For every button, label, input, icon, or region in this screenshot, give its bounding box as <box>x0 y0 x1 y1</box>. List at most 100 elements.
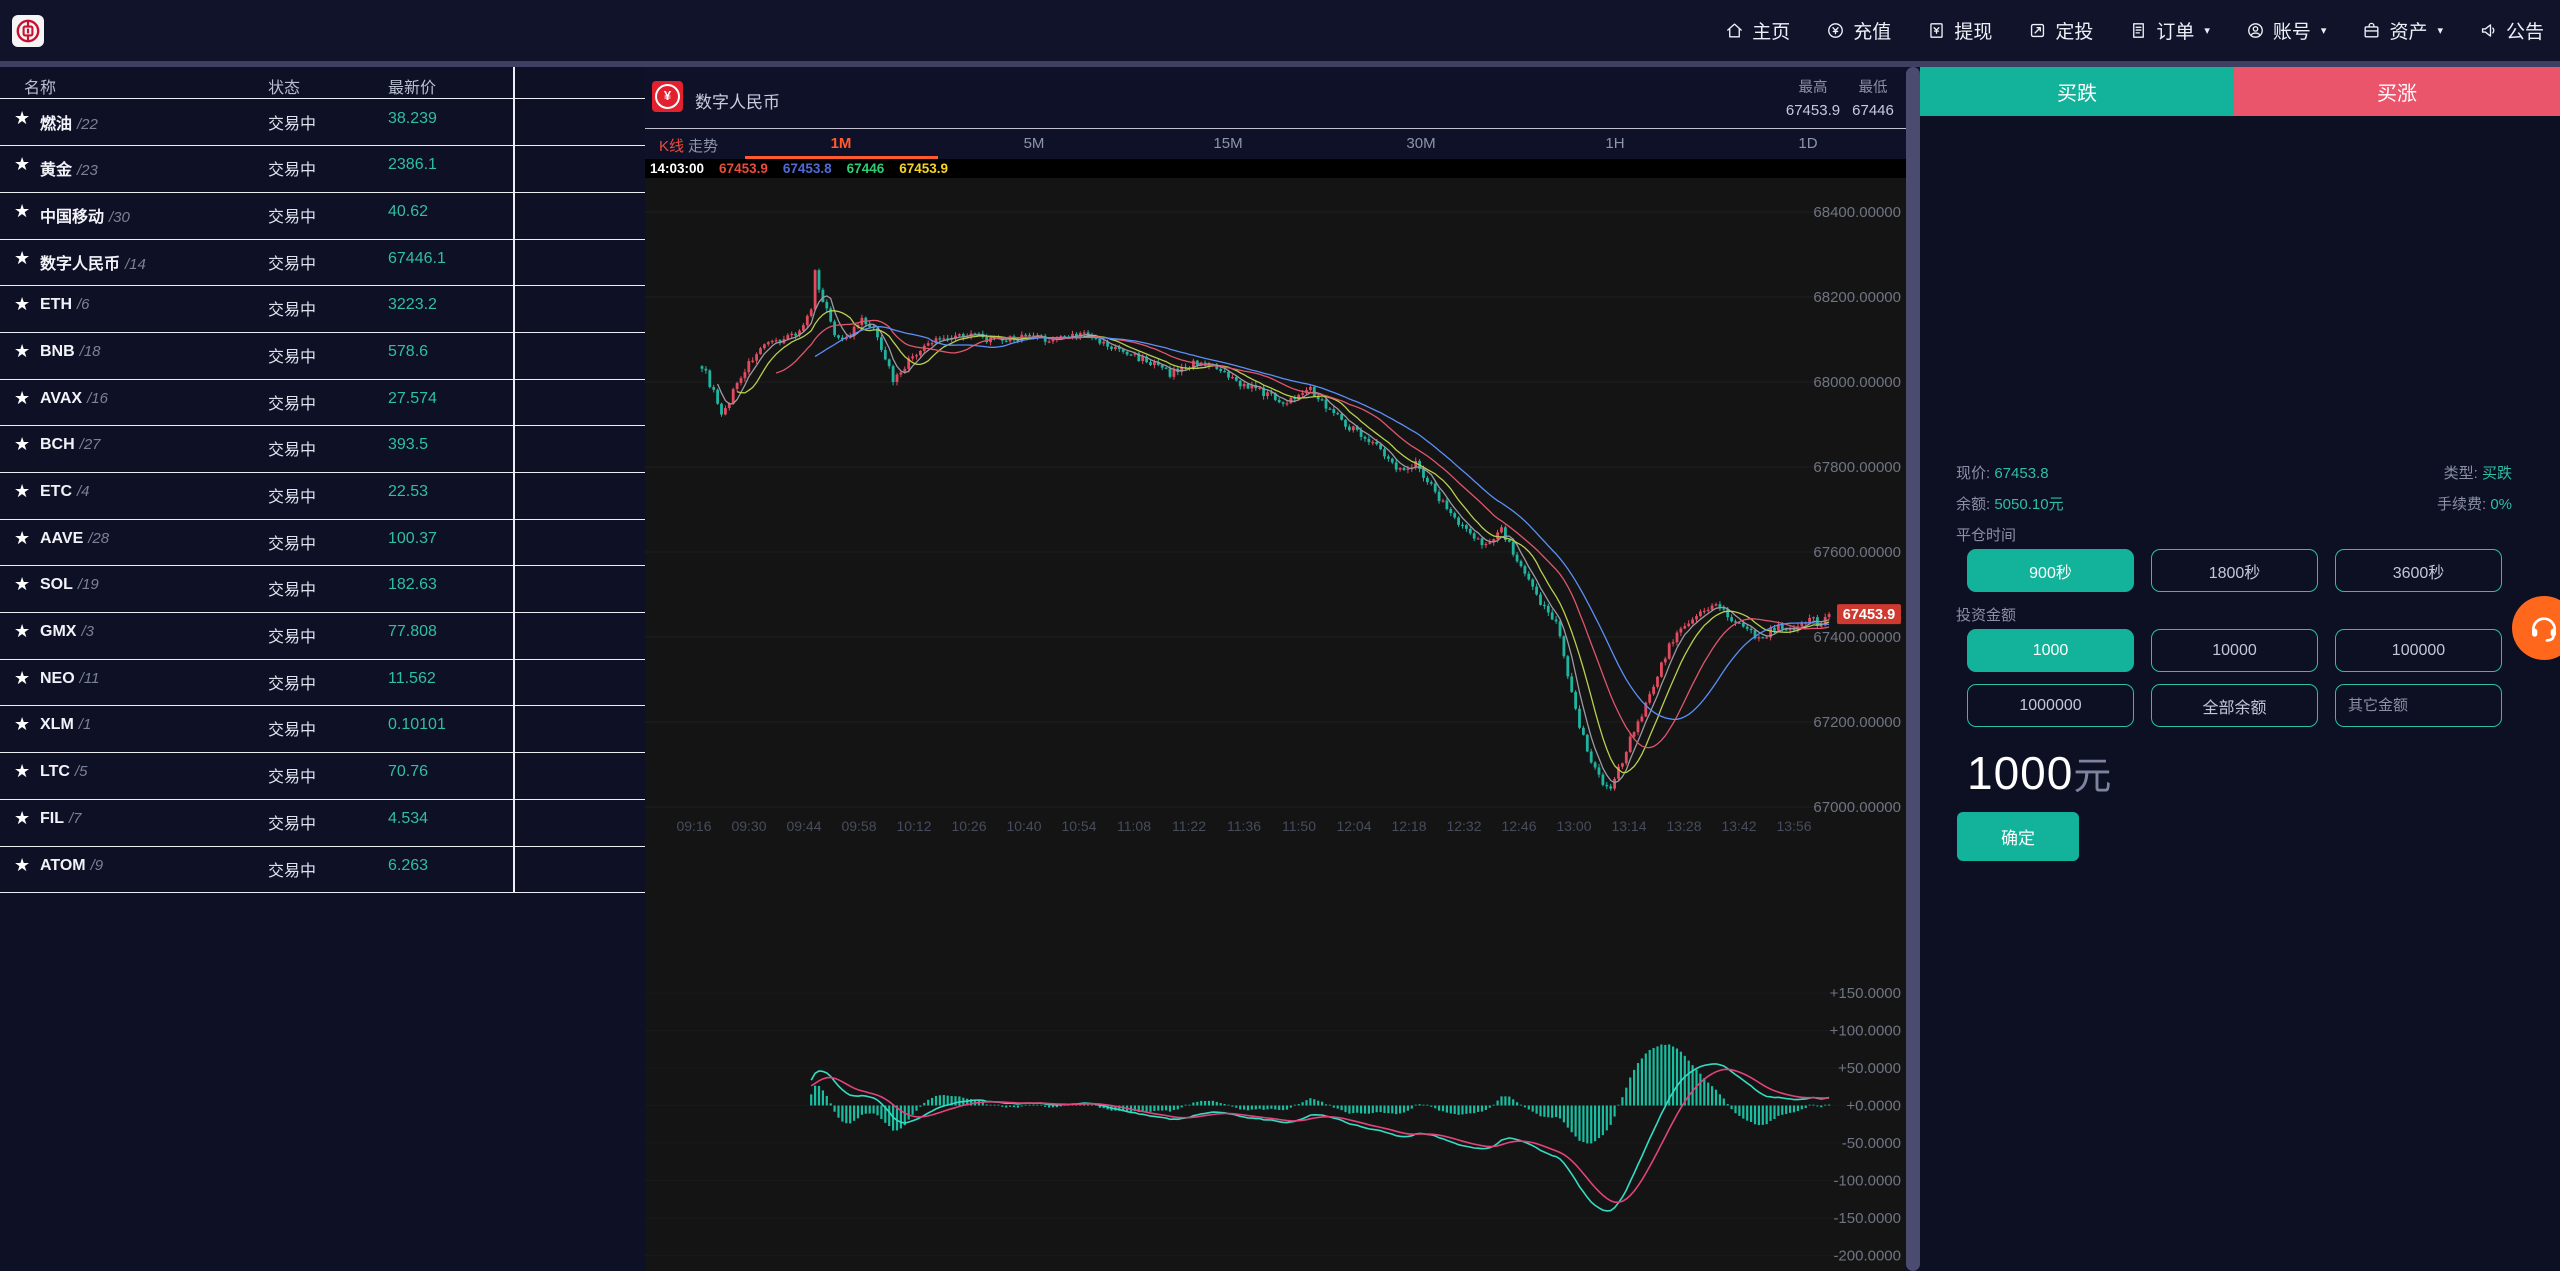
asset-name: ETC/4 <box>40 483 90 501</box>
current-price-row: 现价: 67453.8 <box>1956 462 2049 483</box>
amount-button-100000[interactable]: 100000 <box>2335 629 2502 672</box>
market-table-header: 名称状态最新价 <box>0 67 645 99</box>
top-nav-bar: 主页 充值 提现 定投 订单▾ 账号▾ 资产▾ 公告 <box>0 0 2560 61</box>
favorite-star-icon[interactable]: ★ <box>14 434 30 455</box>
orders-icon <box>2129 21 2148 40</box>
market-row[interactable]: ★FIL/7交易中4.534 <box>0 800 645 847</box>
nav-item-home[interactable]: 主页 <box>1725 17 1790 44</box>
favorite-star-icon[interactable]: ★ <box>14 481 30 502</box>
amount-button-1000000[interactable]: 1000000 <box>1967 684 2134 727</box>
favorite-star-icon[interactable]: ★ <box>14 621 30 642</box>
favorite-star-icon[interactable]: ★ <box>14 341 30 362</box>
chart-scrollbar[interactable] <box>1906 67 1920 1271</box>
other-amount-input[interactable] <box>2335 684 2502 727</box>
svg-text:09:44: 09:44 <box>786 818 821 834</box>
svg-text:13:56: 13:56 <box>1776 818 1811 834</box>
duration-button-1800[interactable]: 1800秒 <box>2151 549 2318 592</box>
asset-code: /19 <box>78 576 99 593</box>
market-row[interactable]: ★黄金/23交易中2386.1 <box>0 146 645 193</box>
fee-label: 手续费: <box>2437 496 2486 513</box>
type-label: 类型: <box>2444 465 2478 482</box>
kline-chart[interactable]: 68400.0000068200.0000068000.0000067800.0… <box>645 178 1906 1271</box>
amount-button-all-balance[interactable]: 全部余额 <box>2151 684 2318 727</box>
svg-text:12:32: 12:32 <box>1446 818 1481 834</box>
market-row[interactable]: ★SOL/19交易中182.63 <box>0 566 645 613</box>
market-row[interactable]: ★AVAX/16交易中27.574 <box>0 380 645 427</box>
market-row[interactable]: ★数字人民币/14交易中67446.1 <box>0 240 645 287</box>
market-row[interactable]: ★中国移动/30交易中40.62 <box>0 193 645 240</box>
tab-1d[interactable]: 1D <box>1798 135 1817 152</box>
market-row[interactable]: ★ETC/4交易中22.53 <box>0 473 645 520</box>
favorite-star-icon[interactable]: ★ <box>14 154 30 175</box>
favorite-star-icon[interactable]: ★ <box>14 855 30 876</box>
asset-status: 交易中 <box>268 857 316 881</box>
favorite-star-icon[interactable]: ★ <box>14 574 30 595</box>
nav-item-assets[interactable]: 资产▾ <box>2362 17 2443 44</box>
favorite-star-icon[interactable]: ★ <box>14 108 30 129</box>
favorite-star-icon[interactable]: ★ <box>14 714 30 735</box>
favorite-star-icon[interactable]: ★ <box>14 201 30 222</box>
market-row[interactable]: ★BCH/27交易中393.5 <box>0 426 645 473</box>
tab-15m[interactable]: 15M <box>1213 135 1242 152</box>
svg-text:10:40: 10:40 <box>1006 818 1041 834</box>
bank-logo-icon[interactable] <box>12 15 44 47</box>
favorite-star-icon[interactable]: ★ <box>14 808 30 829</box>
tab-5m[interactable]: 5M <box>1024 135 1045 152</box>
withdraw-icon <box>1927 21 1946 40</box>
nav-item-account[interactable]: 账号▾ <box>2246 17 2327 44</box>
duration-button-3600[interactable]: 3600秒 <box>2335 549 2502 592</box>
duration-button-900[interactable]: 900秒 <box>1967 549 2134 592</box>
market-row[interactable]: ★GMX/3交易中77.808 <box>0 613 645 660</box>
favorite-star-icon[interactable]: ★ <box>14 668 30 689</box>
market-row[interactable]: ★LTC/5交易中70.76 <box>0 753 645 800</box>
svg-text:-200.0000: -200.0000 <box>1833 1248 1901 1265</box>
asset-name: AVAX/16 <box>40 390 108 408</box>
buy-up-button[interactable]: 买涨 <box>2234 67 2560 116</box>
balance-value: 5050.10元 <box>1994 496 2063 513</box>
favorite-star-icon[interactable]: ★ <box>14 388 30 409</box>
tab-kline[interactable]: K线 <box>659 135 684 156</box>
tab-trend[interactable]: 走势 <box>688 135 718 156</box>
trade-panel: 买跌 买涨 现价: 67453.8 类型: 买跌 余额: 5050.10元 手续… <box>1920 67 2560 1271</box>
asset-name: BCH/27 <box>40 436 101 454</box>
favorite-star-icon[interactable]: ★ <box>14 294 30 315</box>
tab-1m[interactable]: 1M <box>831 135 852 152</box>
buy-down-button[interactable]: 买跌 <box>1920 67 2234 116</box>
asset-code: /3 <box>81 623 94 640</box>
nav-item-invest[interactable]: 定投 <box>2028 17 2093 44</box>
svg-text:67000.00000: 67000.00000 <box>1813 799 1901 816</box>
nav-item-label: 订单 <box>2156 17 2194 44</box>
market-row[interactable]: ★AAVE/28交易中100.37 <box>0 520 645 567</box>
market-row[interactable]: ★ATOM/9交易中6.263 <box>0 847 645 894</box>
confirm-button[interactable]: 确定 <box>1957 812 2079 861</box>
market-row[interactable]: ★ETH/6交易中3223.2 <box>0 286 645 333</box>
session-high: 最高 67453.9 <box>1783 76 1843 119</box>
nav-item-recharge[interactable]: 充值 <box>1826 17 1891 44</box>
asset-name: 黄金/23 <box>40 156 98 180</box>
asset-status: 交易中 <box>268 110 316 134</box>
favorite-star-icon[interactable]: ★ <box>14 248 30 269</box>
nav-item-withdraw[interactable]: 提现 <box>1927 17 1992 44</box>
asset-status: 交易中 <box>268 296 316 320</box>
asset-price: 38.239 <box>388 110 437 128</box>
amount-button-10000[interactable]: 10000 <box>2151 629 2318 672</box>
amount-label: 投资金额 <box>1956 604 2016 625</box>
nav-item-notice[interactable]: 公告 <box>2479 17 2544 44</box>
tab-30m[interactable]: 30M <box>1406 135 1435 152</box>
amount-row-1: 1000 10000 100000 <box>1967 629 2502 672</box>
favorite-star-icon[interactable]: ★ <box>14 528 30 549</box>
market-row[interactable]: ★NEO/11交易中11.562 <box>0 660 645 707</box>
market-row[interactable]: ★XLM/1交易中0.10101 <box>0 706 645 753</box>
asset-code: /1 <box>79 716 92 733</box>
svg-text:12:18: 12:18 <box>1391 818 1426 834</box>
favorite-star-icon[interactable]: ★ <box>14 761 30 782</box>
asset-code: /6 <box>77 296 90 313</box>
asset-name: ATOM/9 <box>40 857 103 875</box>
market-row[interactable]: ★BNB/18交易中578.6 <box>0 333 645 380</box>
headset-icon <box>2528 612 2560 644</box>
tab-1h[interactable]: 1H <box>1605 135 1624 152</box>
market-row[interactable]: ★燃油/22交易中38.239 <box>0 100 645 147</box>
nav-item-orders[interactable]: 订单▾ <box>2129 17 2210 44</box>
amount-button-1000[interactable]: 1000 <box>1967 629 2134 672</box>
low-value: 67446 <box>1847 102 1899 119</box>
